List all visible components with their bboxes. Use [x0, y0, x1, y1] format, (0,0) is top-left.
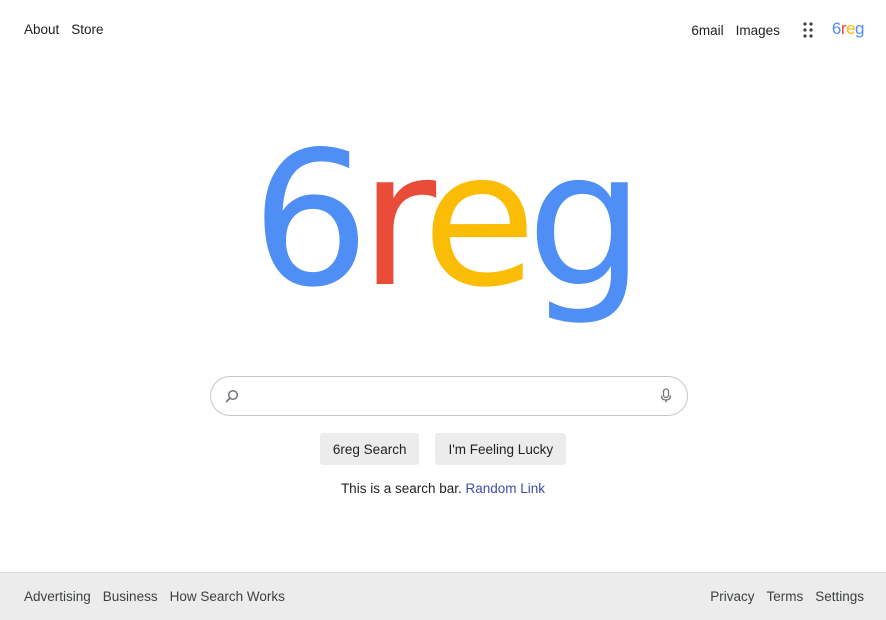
search-homepage: About Store 6mail Images 6reg 6reg 6reg …	[0, 0, 886, 620]
store-link[interactable]: Store	[71, 22, 103, 37]
info-text: This is a search bar.	[340, 481, 462, 496]
search-button[interactable]: 6reg Search	[319, 433, 420, 465]
logo-letter-6: 6	[251, 120, 369, 328]
logo-letter-e: e	[422, 120, 536, 328]
grid-dots-icon[interactable]	[796, 18, 820, 42]
random-link[interactable]: Random Link	[466, 481, 546, 496]
logo-letter-g: g	[526, 120, 645, 328]
logo-letter-r: r	[359, 120, 432, 328]
mini-logo-letter: 6	[831, 19, 841, 38]
search-bar[interactable]	[210, 376, 688, 416]
about-link[interactable]: About	[24, 22, 59, 37]
feeling-lucky-button[interactable]: I'm Feeling Lucky	[435, 433, 567, 465]
header-left-nav: About Store	[24, 22, 104, 37]
microphone-icon[interactable]	[657, 387, 675, 405]
mini-logo-letter: g	[855, 19, 864, 38]
settings-link[interactable]: Settings	[815, 589, 864, 604]
how-search-works-link[interactable]: How Search Works	[170, 589, 285, 604]
footer-right-links: Privacy Terms Settings	[710, 589, 864, 604]
main-logo: 6reg	[0, 120, 886, 330]
footer: Advertising Business How Search Works Pr…	[0, 572, 886, 620]
images-link[interactable]: Images	[736, 23, 780, 38]
mini-logo-letter: e	[846, 19, 856, 38]
search-icon	[223, 387, 241, 405]
account-logo[interactable]: 6reg	[831, 19, 865, 39]
footer-left-links: Advertising Business How Search Works	[24, 589, 285, 604]
terms-link[interactable]: Terms	[766, 589, 803, 604]
privacy-link[interactable]: Privacy	[710, 589, 754, 604]
advertising-link[interactable]: Advertising	[24, 589, 91, 604]
search-buttons: 6reg Search I'm Feeling Lucky	[0, 433, 886, 465]
info-line: This is a search bar. Random Link	[0, 481, 886, 496]
business-link[interactable]: Business	[103, 589, 158, 604]
mail-link[interactable]: 6mail	[691, 23, 723, 38]
search-input[interactable]	[249, 378, 649, 414]
header-right-nav: 6mail Images 6reg	[691, 16, 864, 44]
